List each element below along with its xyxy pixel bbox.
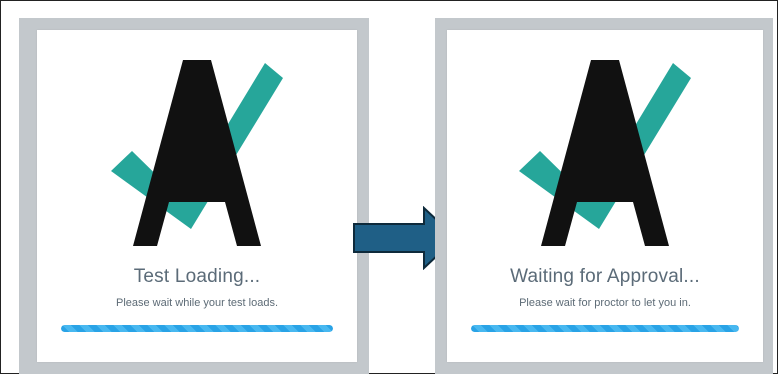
progress-bar: [471, 325, 739, 332]
screen-waiting-approval: Waiting for Approval... Please wait for …: [435, 18, 773, 374]
progress-bar: [61, 325, 333, 332]
status-message: Please wait for proctor to let you in.: [519, 297, 691, 309]
approval-card: Waiting for Approval... Please wait for …: [447, 30, 763, 362]
screen-test-loading: Test Loading... Please wait while your t…: [19, 18, 369, 374]
progress-fill: [61, 325, 333, 332]
check-a-logo: [111, 60, 283, 246]
status-message: Please wait while your test loads.: [115, 297, 279, 309]
page-title: Waiting for Approval...: [510, 266, 700, 287]
loading-card: Test Loading... Please wait while your t…: [37, 30, 357, 362]
progress-fill: [471, 325, 739, 332]
page-title: Test Loading...: [133, 266, 261, 287]
check-a-logo: [519, 60, 691, 246]
